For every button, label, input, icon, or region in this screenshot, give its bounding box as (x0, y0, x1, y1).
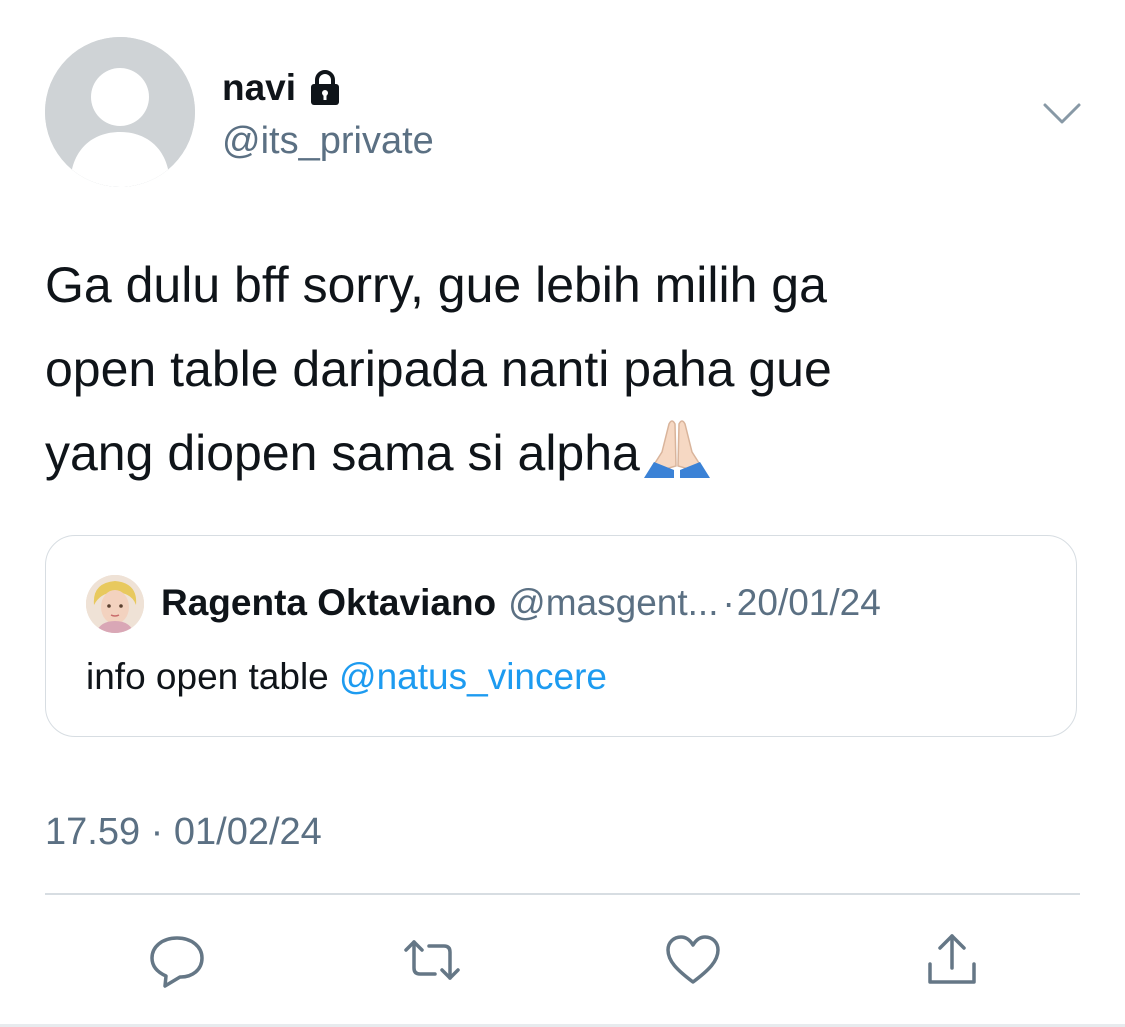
retweet-button[interactable] (402, 930, 462, 990)
tweet-text-line: yang diopen sama si alpha (45, 411, 1085, 503)
tweet-timestamp[interactable]: 17.59 · 01/02/24 (45, 808, 322, 856)
avatar[interactable] (45, 37, 195, 187)
divider (45, 893, 1080, 895)
quoted-date: 20/01/24 (736, 582, 881, 623)
quoted-text: info open table @natus_vincere (86, 654, 607, 700)
like-button[interactable] (663, 930, 723, 990)
folded-hands-emoji (642, 414, 712, 503)
quoted-header: Ragenta Oktaviano @masgent... · 20/01/24 (161, 580, 881, 626)
quoted-author-handle[interactable]: @masgent... (508, 580, 718, 626)
more-options-button[interactable] (1040, 95, 1084, 131)
default-avatar-icon (45, 37, 195, 187)
quoted-avatar (86, 575, 144, 633)
chevron-down-icon (1043, 103, 1081, 124)
reply-icon (150, 936, 204, 988)
quoted-author-name[interactable]: Ragenta Oktaviano (161, 580, 496, 626)
author-display-name[interactable]: navi (222, 66, 344, 110)
tweet-text-line-text: yang diopen sama si alpha (45, 425, 640, 481)
quoted-separator: · (722, 582, 735, 623)
retweet-icon (404, 940, 460, 980)
share-icon (928, 934, 976, 984)
reply-button[interactable] (147, 930, 207, 990)
tweet-text-line: Ga dulu bff sorry, gue lebih milih ga (45, 257, 827, 313)
display-name-text: navi (222, 67, 297, 108)
heart-icon (666, 935, 720, 984)
lock-icon (311, 70, 340, 105)
tweet-text-line: open table daripada nanti paha gue (45, 341, 832, 397)
author-handle[interactable]: @its_private (222, 118, 434, 164)
user-photo-icon (86, 575, 144, 633)
tweet-text: Ga dulu bff sorry, gue lebih milih ga ope… (45, 243, 1085, 503)
quoted-tweet[interactable]: Ragenta Oktaviano @masgent... · 20/01/24… (45, 535, 1077, 737)
quoted-text-body: info open table (86, 656, 340, 697)
share-button[interactable] (922, 930, 982, 990)
mention-link[interactable]: @natus_vincere (339, 656, 607, 697)
